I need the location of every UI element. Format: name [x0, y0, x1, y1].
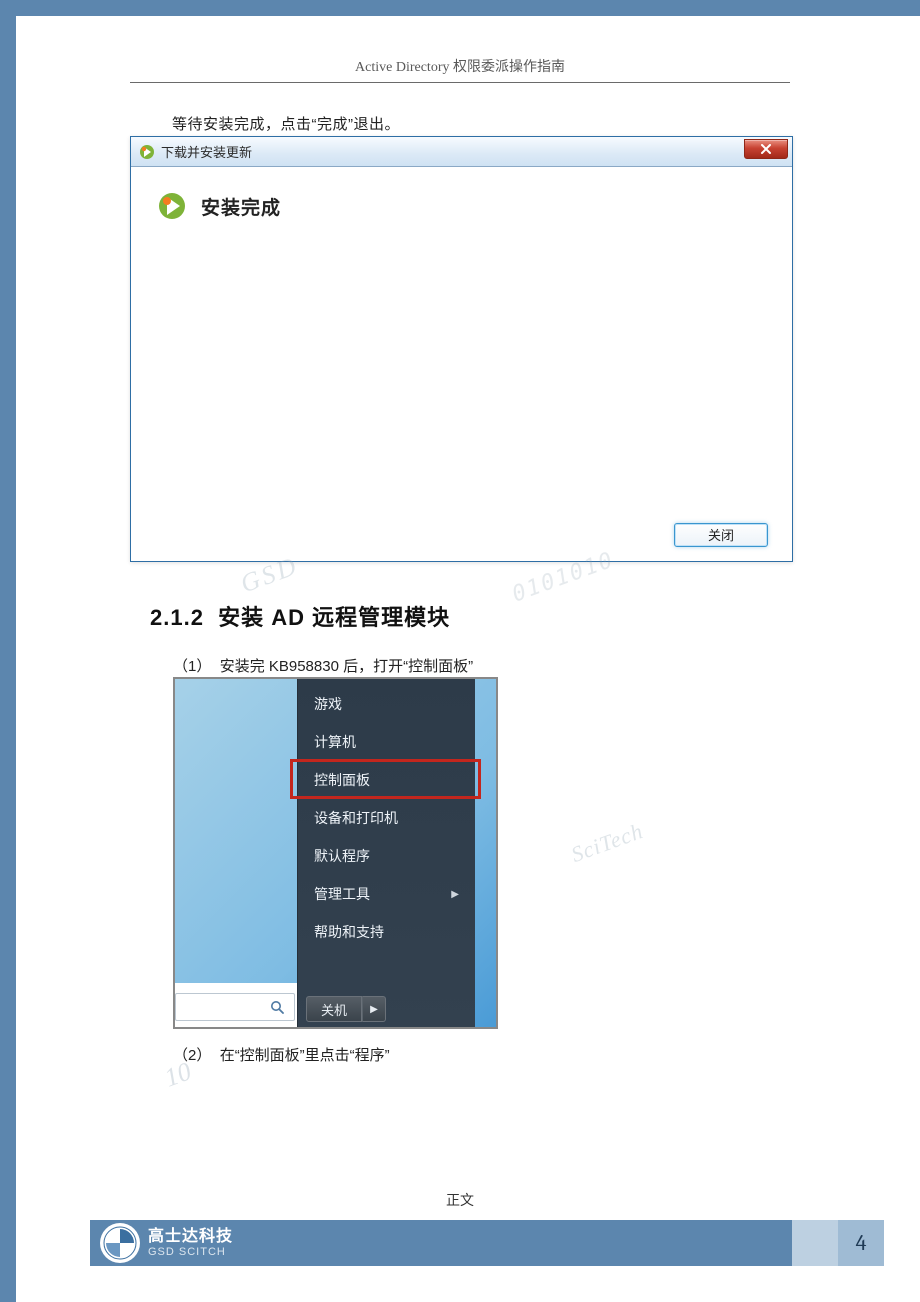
start-menu-left-panel: [175, 983, 297, 1027]
step-number: （2）: [173, 1047, 211, 1064]
step-body: 在“控制面板”里点击“程序”: [220, 1047, 390, 1064]
footer-bar: 高士达科技 GSD SCITCH: [90, 1220, 792, 1266]
footer-section-label: 正文: [0, 1190, 920, 1210]
section-heading: 2.1.2 安装 AD 远程管理模块: [150, 600, 450, 632]
install-complete-icon: [157, 191, 187, 221]
submenu-arrow-icon: ▶: [451, 889, 459, 900]
watermark: SciTech: [568, 818, 647, 868]
company-name-en: GSD SCITCH: [148, 1246, 233, 1258]
menu-item-help[interactable]: 帮助和支持: [298, 913, 475, 951]
menu-label: 游戏: [314, 694, 342, 714]
start-menu-screenshot: 游戏 计算机 控制面板 设备和打印机 默认程序 管理工具 ▶ 帮助和支持 关机 …: [173, 677, 498, 1029]
company-logo: [100, 1223, 140, 1263]
dialog-body: 安装完成 关闭: [131, 167, 792, 561]
chevron-right-icon: ▶: [370, 1004, 378, 1015]
shutdown-options-button[interactable]: ▶: [362, 996, 386, 1022]
dialog-title: 下载并安装更新: [161, 142, 252, 161]
update-icon: [139, 144, 155, 160]
top-accent-bar: [0, 0, 920, 16]
menu-item-computer[interactable]: 计算机: [298, 723, 475, 761]
section-title: 安装 AD 远程管理模块: [218, 605, 450, 630]
menu-item-admin-tools[interactable]: 管理工具 ▶: [298, 875, 475, 913]
step-number: （1）: [173, 658, 211, 675]
step-body: 安装完 KB958830 后，打开“控制面板”: [220, 658, 473, 675]
dialog-titlebar[interactable]: 下载并安装更新: [131, 137, 792, 167]
start-menu-right-panel: 游戏 计算机 控制面板 设备和打印机 默认程序 管理工具 ▶ 帮助和支持 关机 …: [297, 679, 475, 1027]
intro-text: 等待安装完成，点击“完成”退出。: [172, 113, 400, 134]
shutdown-group: 关机 ▶: [306, 996, 386, 1022]
menu-label: 计算机: [314, 732, 356, 752]
left-accent-bar: [0, 0, 16, 1302]
search-icon: [270, 1000, 284, 1014]
page-number: 4: [838, 1220, 884, 1266]
company-name-cn: 高士达科技: [148, 1228, 233, 1246]
document-header: Active Directory 权限委派操作指南: [130, 56, 790, 83]
company-name: 高士达科技 GSD SCITCH: [148, 1228, 233, 1258]
menu-label: 管理工具: [314, 884, 370, 904]
install-dialog: 下载并安装更新 安装完成 关闭: [130, 136, 793, 562]
menu-item-default-programs[interactable]: 默认程序: [298, 837, 475, 875]
menu-label: 默认程序: [314, 846, 370, 866]
footer-bar-extension: [792, 1220, 838, 1266]
logo-icon: [103, 1226, 137, 1260]
close-icon: [760, 144, 772, 154]
step-1-text: （1） 安装完 KB958830 后，打开“控制面板”: [173, 655, 473, 676]
menu-label: 设备和打印机: [314, 808, 398, 828]
window-close-button[interactable]: [744, 139, 788, 159]
menu-item-games[interactable]: 游戏: [298, 685, 475, 723]
install-status-text: 安装完成: [201, 193, 281, 220]
close-button[interactable]: 关闭: [674, 523, 768, 547]
menu-item-devices[interactable]: 设备和打印机: [298, 799, 475, 837]
shutdown-button[interactable]: 关机: [306, 996, 362, 1022]
section-number: 2.1.2: [150, 605, 204, 630]
step-2-text: （2） 在“控制面板”里点击“程序”: [173, 1044, 390, 1065]
menu-label: 控制面板: [314, 770, 370, 790]
search-box[interactable]: [175, 993, 295, 1021]
menu-label: 帮助和支持: [314, 922, 384, 942]
menu-item-control-panel[interactable]: 控制面板: [298, 761, 475, 799]
